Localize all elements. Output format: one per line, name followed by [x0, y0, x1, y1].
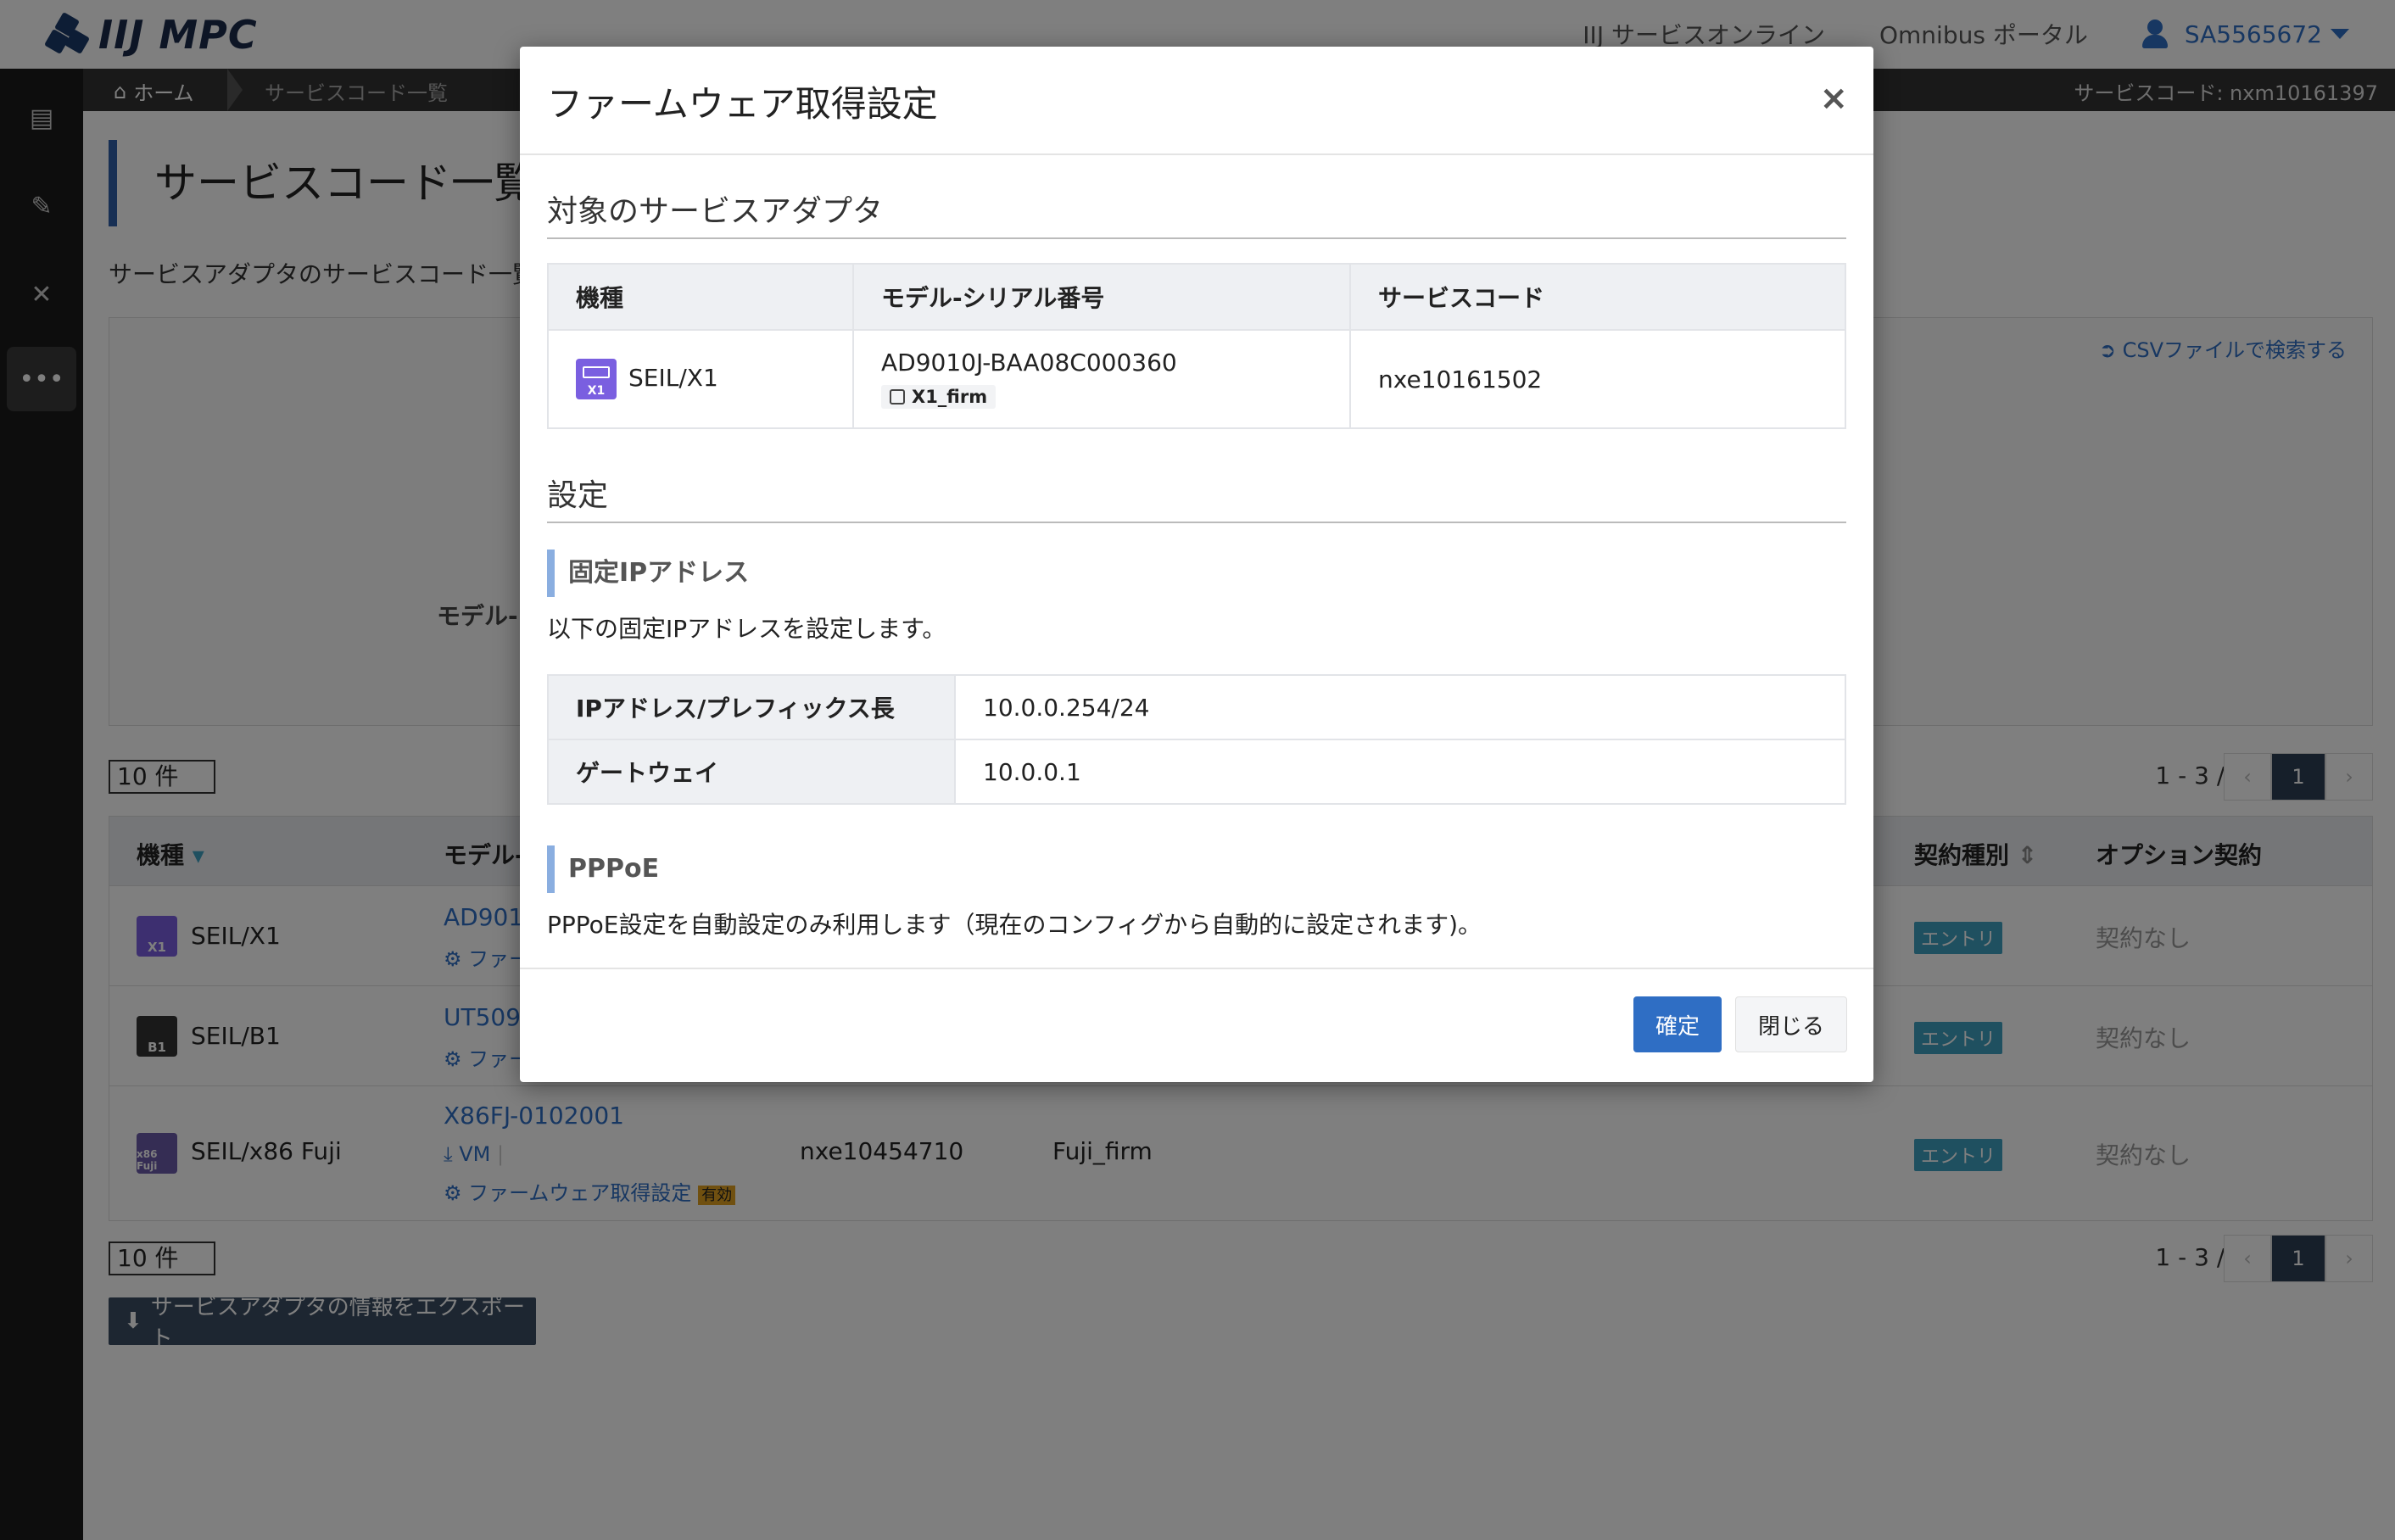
note-icon [890, 388, 905, 405]
table-row: IPアドレス/プレフィックス長 10.0.0.254/24 [547, 674, 1846, 740]
settings-section-title: 設定 [547, 471, 1846, 523]
target-section-title: 対象のサービスアダプタ [547, 187, 1846, 239]
target-service-code: nxe10161502 [1349, 329, 1846, 429]
ip-label: IPアドレス/プレフィックス長 [547, 674, 956, 740]
table-row: ゲートウェイ 10.0.0.1 [547, 739, 1846, 805]
th-model: 機種 [547, 263, 854, 331]
modal-footer: 確定 閉じる [520, 968, 1873, 1082]
firm-note-badge: X1_firm [881, 384, 997, 409]
th-serial: モデル-シリアル番号 [852, 263, 1351, 331]
modal-header: ファームウェア取得設定 × [520, 47, 1873, 155]
close-button[interactable]: 閉じる [1735, 996, 1847, 1052]
target-serial: AD9010J-BAA08C000360 [881, 348, 1177, 377]
pppoe-heading: PPPoE [547, 845, 659, 893]
target-serial-cell: AD9010J-BAA08C000360 X1_firm [852, 329, 1351, 429]
gateway-value: 10.0.0.1 [954, 739, 1846, 805]
fixed-ip-table: IPアドレス/プレフィックス長 10.0.0.254/24 ゲートウェイ 10.… [547, 674, 1846, 805]
fixed-ip-description: 以下の固定IPアドレスを設定します。 [547, 615, 946, 643]
seil-x1-icon: X1 [576, 359, 617, 399]
ip-value: 10.0.0.254/24 [954, 674, 1846, 740]
pppoe-description: PPPoE設定を自動設定のみ利用します（現在のコンフィグから自動的に設定されます… [547, 911, 1482, 939]
gateway-label: ゲートウェイ [547, 739, 956, 805]
target-model: SEIL/X1 [628, 364, 718, 392]
modal-title: ファームウェア取得設定 [547, 83, 938, 125]
target-model-cell: X1 SEIL/X1 [547, 329, 854, 429]
th-service-code: サービスコード [1349, 263, 1846, 331]
table-row: X1 SEIL/X1 AD9010J-BAA08C000360 X1_firm n… [547, 329, 1846, 429]
close-icon[interactable]: × [1819, 79, 1848, 118]
target-adapter-table: 機種 モデル-シリアル番号 サービスコード X1 SEIL/X1 AD9010J-… [547, 263, 1846, 429]
firmware-settings-modal: ファームウェア取得設定 × 対象のサービスアダプタ 機種 モデル-シリアル番号 … [520, 47, 1873, 1082]
confirm-button[interactable]: 確定 [1633, 996, 1722, 1052]
fixed-ip-heading: 固定IPアドレス [547, 550, 749, 597]
